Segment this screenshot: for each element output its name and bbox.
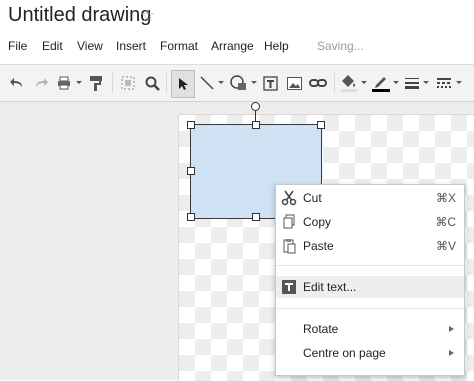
menu-separator xyxy=(276,265,464,266)
menu-item-cut[interactable]: Cut ⌘X xyxy=(276,187,464,209)
menu-item-edit-text[interactable]: Edit text... xyxy=(276,276,464,298)
line-icon[interactable] xyxy=(198,73,216,93)
toolbar-separator xyxy=(112,73,113,93)
menu-item-label: Cut xyxy=(303,191,322,205)
save-status: Saving... xyxy=(317,39,364,53)
paste-icon xyxy=(281,238,297,254)
resize-handle-top[interactable] xyxy=(252,121,260,129)
document-title[interactable]: Untitled drawing xyxy=(8,4,151,27)
paint-format-icon[interactable] xyxy=(88,73,104,93)
menu-item-rotate[interactable]: Rotate xyxy=(276,318,464,340)
menu-edit[interactable]: Edit xyxy=(42,39,63,53)
shortcut-label: ⌘V xyxy=(435,239,456,253)
print-caret-icon[interactable] xyxy=(76,81,82,84)
line-weight-icon[interactable] xyxy=(404,73,420,93)
rotate-handle[interactable] xyxy=(251,102,260,111)
menu-file[interactable]: File xyxy=(8,39,27,53)
text-box-icon[interactable] xyxy=(261,73,279,93)
resize-handle-top-right[interactable] xyxy=(317,121,325,129)
line-dash-icon[interactable] xyxy=(436,73,452,93)
menu-view[interactable]: View xyxy=(77,39,103,53)
menu-separator xyxy=(276,308,464,309)
menu-item-label: Rotate xyxy=(303,322,339,336)
menu-item-label: Copy xyxy=(303,215,332,229)
menu-item-paste[interactable]: Paste ⌘V xyxy=(276,235,464,257)
link-icon[interactable] xyxy=(308,73,328,93)
shape-caret-icon[interactable] xyxy=(251,81,257,84)
toolbar-separator xyxy=(166,73,167,93)
line-color-icon[interactable] xyxy=(371,73,391,93)
menu-help[interactable]: Help xyxy=(264,39,289,53)
shortcut-label: ⌘X xyxy=(435,191,456,205)
menu-item-centre-on-page[interactable]: Centre on page xyxy=(276,342,464,364)
shortcut-label: ⌘C xyxy=(435,215,456,229)
menu-format[interactable]: Format xyxy=(160,39,198,53)
redo-icon[interactable] xyxy=(32,73,50,93)
image-icon[interactable] xyxy=(285,73,303,93)
resize-handle-bottom[interactable] xyxy=(252,213,260,221)
line-weight-caret-icon[interactable] xyxy=(423,81,429,84)
menu-arrange[interactable]: Arrange xyxy=(211,39,254,53)
resize-handle-bottom-left[interactable] xyxy=(187,213,195,221)
star-icon[interactable]: ☆ xyxy=(140,6,155,26)
resize-handle-left[interactable] xyxy=(187,167,195,175)
text-box-icon xyxy=(281,279,297,295)
zoom-fit-icon[interactable] xyxy=(119,73,137,93)
scissors-icon xyxy=(281,190,297,206)
line-dash-caret-icon[interactable] xyxy=(456,81,462,84)
menu-item-copy[interactable]: Copy ⌘C xyxy=(276,211,464,233)
context-menu: Cut ⌘X Copy ⌘C Paste ⌘V Edit text... Rot… xyxy=(275,184,465,376)
copy-icon xyxy=(281,214,297,230)
zoom-icon[interactable] xyxy=(143,73,161,93)
toolbar xyxy=(0,64,474,102)
shape-icon[interactable] xyxy=(227,73,249,93)
menu-item-label: Edit text... xyxy=(303,280,357,294)
undo-icon[interactable] xyxy=(8,73,26,93)
select-icon[interactable] xyxy=(171,70,195,98)
print-icon[interactable] xyxy=(56,73,72,93)
menu-item-label: Paste xyxy=(303,239,334,253)
resize-handle-top-left[interactable] xyxy=(187,121,195,129)
menu-insert[interactable]: Insert xyxy=(116,39,146,53)
toolbar-separator xyxy=(334,73,335,93)
submenu-arrow-icon xyxy=(449,326,454,332)
workspace-margin xyxy=(0,102,176,380)
line-caret-icon[interactable] xyxy=(218,81,224,84)
line-color-caret-icon[interactable] xyxy=(393,81,399,84)
fill-color-icon[interactable] xyxy=(340,73,358,93)
menu-item-label: Centre on page xyxy=(303,346,386,360)
fill-caret-icon[interactable] xyxy=(361,81,367,84)
submenu-arrow-icon xyxy=(449,350,454,356)
